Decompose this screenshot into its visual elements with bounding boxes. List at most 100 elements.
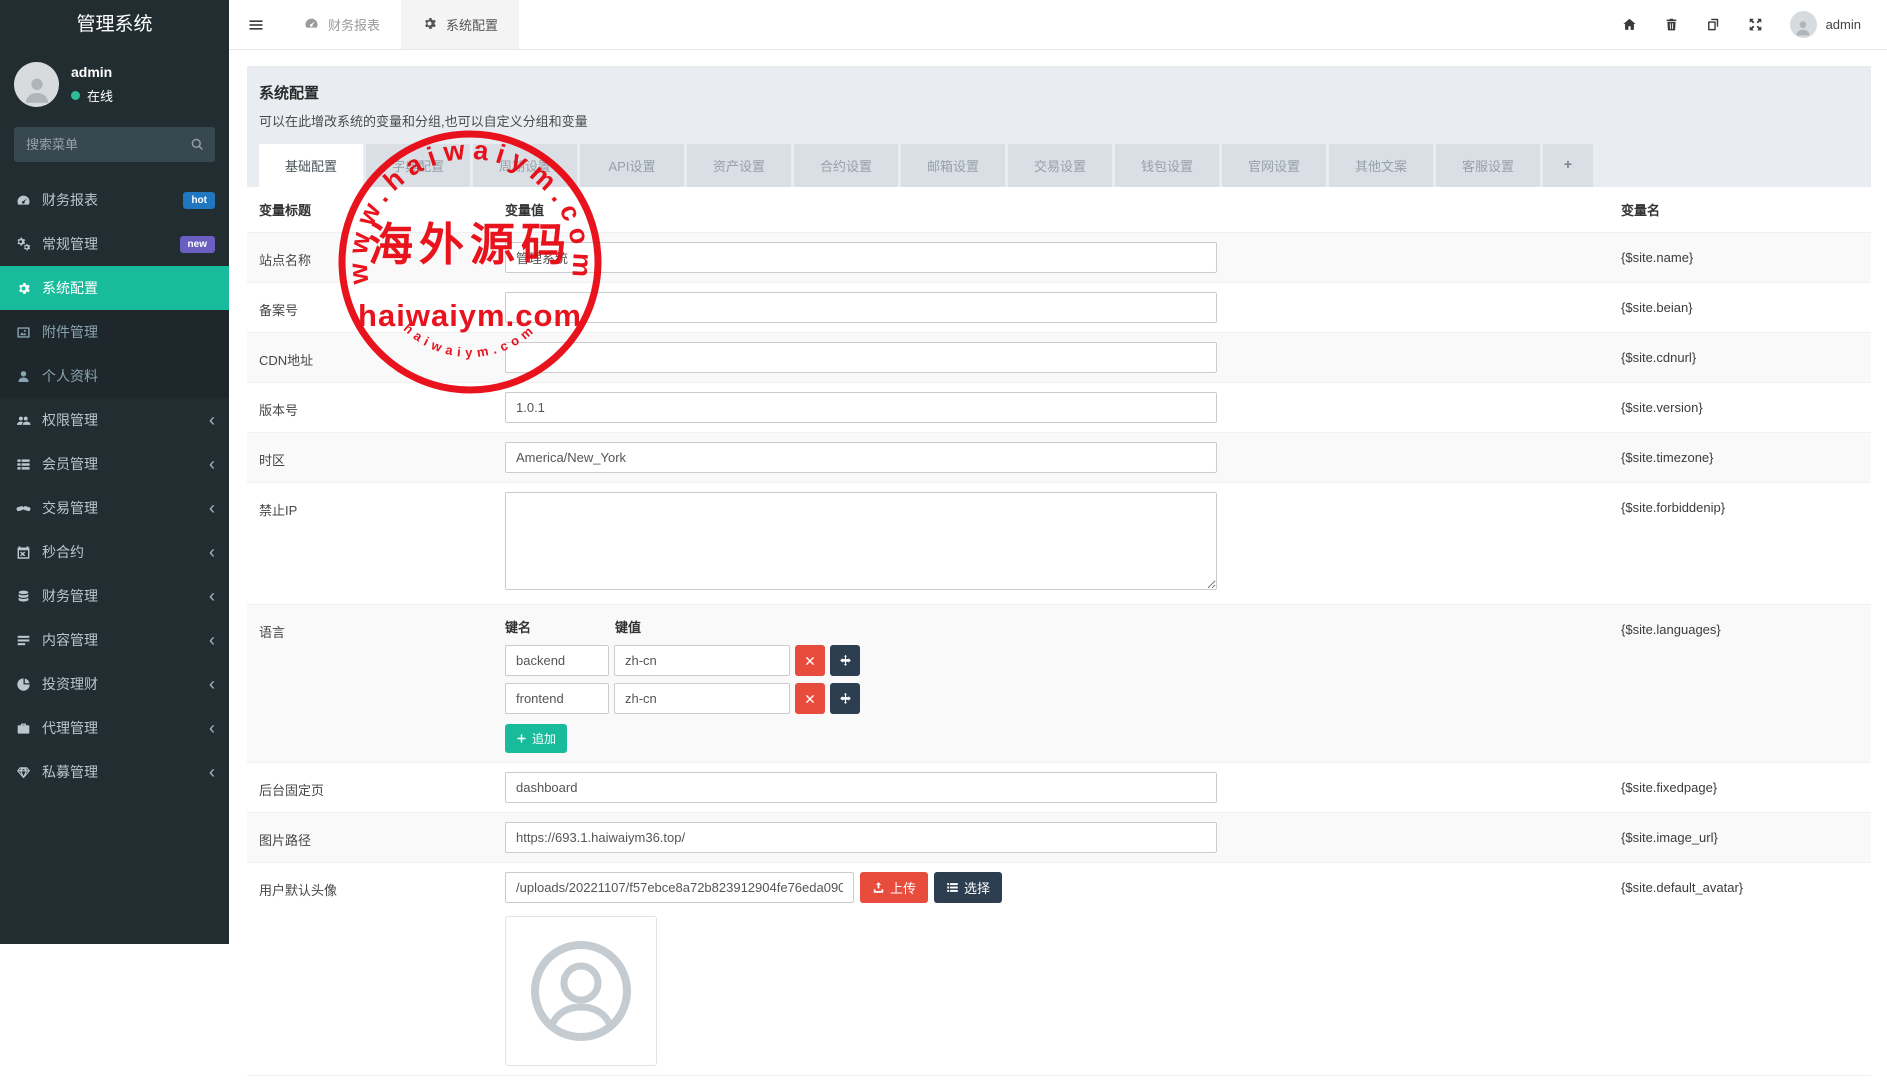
table-body: 站点名称{$site.name}备案号{$site.beian}CDN地址{$s… xyxy=(247,233,1871,1076)
row-value-input[interactable] xyxy=(505,292,1217,323)
tab-系统配置[interactable]: 系统配置 xyxy=(401,0,519,49)
language-key-input[interactable] xyxy=(505,683,609,714)
config-tab-交易设置[interactable]: 交易设置 xyxy=(1008,144,1112,187)
sidebar-item-label: 常规管理 xyxy=(42,234,98,254)
table-row: 备案号{$site.beian} xyxy=(247,283,1871,333)
gem-icon xyxy=(16,765,42,780)
table-row: 禁止IP{$site.forbiddenip} xyxy=(247,483,1871,605)
sidebar-item-秒合约[interactable]: 秒合约‹ xyxy=(0,530,229,574)
row-label: 时区 xyxy=(247,442,505,469)
table-row: 图片路径{$site.image_url} xyxy=(247,813,1871,863)
append-label: 追加 xyxy=(532,730,556,747)
row-value: 上传 选择 xyxy=(505,872,1217,1066)
language-value-input[interactable] xyxy=(614,645,790,676)
sidebar-item-label: 财务报表 xyxy=(42,190,98,210)
sidebar-item-交易管理[interactable]: 交易管理‹ xyxy=(0,486,229,530)
language-headers: 键名键值 xyxy=(505,617,1217,636)
sidebar-item-会员管理[interactable]: 会员管理‹ xyxy=(0,442,229,486)
row-value xyxy=(505,292,1217,323)
menu-search xyxy=(14,127,215,162)
row-value-input[interactable] xyxy=(505,342,1217,373)
topbar-tools: admin xyxy=(1622,0,1887,49)
config-tab-基础配置[interactable]: 基础配置 xyxy=(259,144,363,187)
chevron-left-icon: ‹ xyxy=(209,675,215,693)
chevron-left-icon: ‹ xyxy=(209,763,215,781)
config-table: 变量标题 变量值 变量名 站点名称{$site.name}备案号{$site.b… xyxy=(247,187,1871,1076)
row-label: 备案号 xyxy=(247,292,505,319)
sidebar-item-私募管理[interactable]: 私募管理‹ xyxy=(0,750,229,794)
language-key-input[interactable] xyxy=(505,645,609,676)
append-language-button[interactable]: 追加 xyxy=(505,724,567,753)
row-value-input[interactable] xyxy=(505,772,1217,803)
sidebar-item-系统配置[interactable]: 系统配置 xyxy=(0,266,229,310)
add-config-tab-button[interactable]: + xyxy=(1543,144,1593,187)
upload-button[interactable]: 上传 xyxy=(860,872,928,903)
user-panel: admin 在线 xyxy=(0,50,229,121)
search-input[interactable] xyxy=(14,127,215,162)
online-label: 在线 xyxy=(87,86,113,105)
reload-page-icon[interactable] xyxy=(1706,17,1721,32)
tachometer-icon xyxy=(16,193,42,208)
row-label: 用户默认头像 xyxy=(247,872,505,899)
language-row xyxy=(505,683,1217,714)
sidebar-item-附件管理[interactable]: 附件管理 xyxy=(0,310,229,354)
config-tab-字典配置[interactable]: 字典配置 xyxy=(366,144,470,187)
row-value-input[interactable] xyxy=(505,392,1217,423)
row-value-input[interactable] xyxy=(505,242,1217,273)
sidebar-item-财务报表[interactable]: 财务报表hot xyxy=(0,178,229,222)
sidebar-toggle-icon[interactable] xyxy=(229,0,283,49)
sidebar-item-权限管理[interactable]: 权限管理‹ xyxy=(0,398,229,442)
row-value xyxy=(505,242,1217,273)
config-group-tabs: 基础配置字典配置周期设置API设置资产设置合约设置邮箱设置交易设置钱包设置官网设… xyxy=(259,144,1855,187)
person-icon xyxy=(1793,18,1813,38)
sidebar-item-内容管理[interactable]: 内容管理‹ xyxy=(0,618,229,662)
value-header: 键值 xyxy=(615,617,791,636)
tab-财务报表[interactable]: 财务报表 xyxy=(283,0,401,49)
remove-language-button[interactable] xyxy=(795,683,825,714)
config-tab-周期设置[interactable]: 周期设置 xyxy=(473,144,577,187)
drag-language-button[interactable] xyxy=(830,645,860,676)
sidebar-item-财务管理[interactable]: 财务管理‹ xyxy=(0,574,229,618)
table-row: CDN地址{$site.cdnurl} xyxy=(247,333,1871,383)
header-name: 变量名 xyxy=(1621,200,1871,219)
table-row: 站点名称{$site.name} xyxy=(247,233,1871,283)
choose-button[interactable]: 选择 xyxy=(934,872,1002,903)
row-label: CDN地址 xyxy=(247,342,505,369)
drag-language-button[interactable] xyxy=(830,683,860,714)
trash-icon[interactable] xyxy=(1664,17,1679,32)
row-label: 后台固定页 xyxy=(247,772,505,799)
row-variable-name: {$site.timezone} xyxy=(1621,442,1871,465)
config-tab-API设置[interactable]: API设置 xyxy=(580,144,684,187)
config-tab-钱包设置[interactable]: 钱包设置 xyxy=(1115,144,1219,187)
row-label: 版本号 xyxy=(247,392,505,419)
chevron-left-icon: ‹ xyxy=(209,631,215,649)
home-icon[interactable] xyxy=(1622,17,1637,32)
row-variable-name: {$site.languages} xyxy=(1621,614,1871,637)
config-tab-其他文案[interactable]: 其他文案 xyxy=(1329,144,1433,187)
config-tab-邮箱设置[interactable]: 邮箱设置 xyxy=(901,144,1005,187)
sidebar-item-label: 代理管理 xyxy=(42,718,98,738)
choose-label: 选择 xyxy=(964,878,990,897)
row-value-input[interactable] xyxy=(505,442,1217,473)
sidebar-item-label: 财务管理 xyxy=(42,586,98,606)
remove-language-button[interactable] xyxy=(795,645,825,676)
sidebar-item-代理管理[interactable]: 代理管理‹ xyxy=(0,706,229,750)
row-value-input[interactable] xyxy=(505,822,1217,853)
avatar-path-input[interactable] xyxy=(505,872,854,903)
user-name: admin xyxy=(71,64,113,80)
config-tab-官网设置[interactable]: 官网设置 xyxy=(1222,144,1326,187)
row-variable-name: {$site.forbiddenip} xyxy=(1621,492,1871,515)
language-value-input[interactable] xyxy=(614,683,790,714)
config-tab-资产设置[interactable]: 资产设置 xyxy=(687,144,791,187)
fullscreen-icon[interactable] xyxy=(1748,17,1763,32)
table-row: 语言键名键值追加{$site.languages} xyxy=(247,605,1871,763)
config-tab-客服设置[interactable]: 客服设置 xyxy=(1436,144,1540,187)
sidebar-item-常规管理[interactable]: 常规管理new xyxy=(0,222,229,266)
row-value-textarea[interactable] xyxy=(505,492,1217,590)
sidebar-item-label: 投资理财 xyxy=(42,674,98,694)
row-value xyxy=(505,392,1217,423)
sidebar-item-个人资料[interactable]: 个人资料 xyxy=(0,354,229,398)
sidebar-item-投资理财[interactable]: 投资理财 ‹ xyxy=(0,662,229,706)
user-menu[interactable]: admin xyxy=(1790,11,1861,38)
config-tab-合约设置[interactable]: 合约设置 xyxy=(794,144,898,187)
